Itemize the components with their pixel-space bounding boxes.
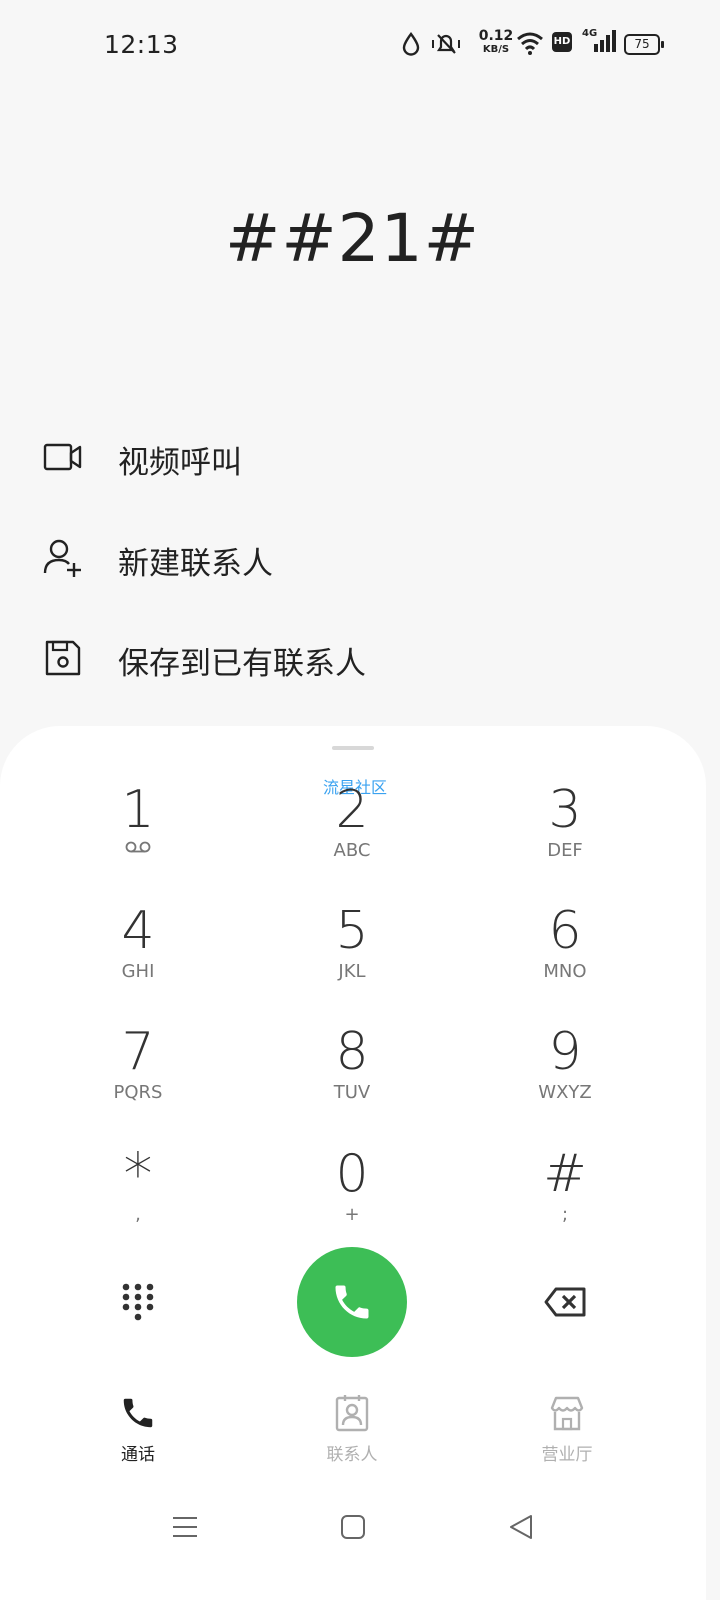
key-2[interactable]: 2 ABC	[272, 782, 432, 882]
key-digit: 3	[548, 780, 582, 840]
key-0[interactable]: 0 +	[272, 1146, 432, 1246]
key-digit: 2	[335, 780, 369, 840]
key-letters: PQRS	[113, 1082, 163, 1103]
key-digit: #	[543, 1144, 587, 1204]
key-letters: TUV	[333, 1082, 371, 1103]
add-contact-icon	[43, 539, 81, 577]
key-digit: *	[123, 1140, 153, 1208]
dialer-panel: 流星社区 1 2 ABC 3 DEF 4 GHI 5 JKL 6 MNO 7 P…	[0, 726, 706, 1600]
key-digit: 0	[335, 1144, 369, 1204]
key-5[interactable]: 5 JKL	[272, 903, 432, 1003]
network-speed: 0.12 KB/S	[474, 28, 518, 56]
key-digit: 8	[335, 1022, 369, 1082]
drop-icon	[402, 32, 420, 56]
key-3[interactable]: 3 DEF	[485, 782, 645, 882]
key-letters: ;	[561, 1204, 569, 1225]
voicemail-icon	[125, 841, 151, 853]
key-1[interactable]: 1	[58, 782, 218, 882]
new-contact-button[interactable]: 新建联系人	[0, 511, 720, 603]
video-call-label: 视频呼叫	[118, 445, 242, 481]
back-icon[interactable]	[508, 1514, 534, 1540]
key-letters: MNO	[543, 961, 587, 982]
key-letters: GHI	[121, 961, 155, 982]
tab-contacts[interactable]: 联系人	[292, 1394, 412, 1465]
status-time: 12:13	[104, 30, 179, 59]
key-hash[interactable]: # ;	[485, 1146, 645, 1246]
bottom-tab-bar: 通话 联系人 营业厅	[0, 1394, 706, 1484]
battery-indicator: 75	[624, 34, 664, 55]
vibrate-icon	[432, 34, 460, 54]
key-digit: 5	[335, 901, 369, 961]
key-letters: ,	[135, 1204, 141, 1225]
key-letters: +	[344, 1204, 360, 1225]
dialed-number[interactable]: ##21#	[0, 200, 705, 277]
video-call-button[interactable]: 视频呼叫	[0, 410, 720, 502]
tab-calls-label: 通话	[121, 1445, 155, 1465]
tab-calls[interactable]: 通话	[78, 1394, 198, 1465]
save-to-existing-contact-button[interactable]: 保存到已有联系人	[0, 611, 720, 703]
key-letters: ABC	[333, 840, 371, 861]
key-letters: DEF	[547, 840, 583, 861]
new-contact-label: 新建联系人	[118, 546, 273, 582]
key-star[interactable]: * ,	[58, 1140, 218, 1246]
video-call-icon	[43, 443, 82, 471]
hd-badge: HD	[552, 32, 572, 52]
key-9[interactable]: 9 WXYZ	[485, 1024, 645, 1124]
status-bar: 12:13 0.12 KB/S HD 4G 75	[0, 0, 720, 90]
key-7[interactable]: 7 PQRS	[58, 1024, 218, 1124]
backspace-icon[interactable]	[544, 1286, 588, 1318]
key-4[interactable]: 4 GHI	[58, 903, 218, 1003]
contacts-icon	[335, 1395, 369, 1432]
network-speed-unit: KB/S	[482, 44, 510, 55]
phone-icon	[335, 1285, 369, 1319]
signal-label: 4G	[582, 28, 598, 39]
key-digit: 6	[548, 901, 582, 961]
wifi-icon	[517, 32, 543, 55]
save-icon	[45, 640, 81, 676]
tab-store[interactable]: 营业厅	[507, 1394, 627, 1465]
tab-store-label: 营业厅	[541, 1445, 593, 1465]
phone-icon	[123, 1398, 153, 1428]
key-digit: 9	[548, 1022, 582, 1082]
system-navigation-bar	[0, 1514, 706, 1574]
menu-icon[interactable]	[172, 1514, 198, 1540]
key-digit: 7	[121, 1022, 155, 1082]
key-letters: WXYZ	[538, 1082, 592, 1103]
store-icon	[550, 1396, 584, 1431]
key-digit: 1	[121, 780, 155, 840]
drag-handle[interactable]	[332, 746, 374, 750]
key-6[interactable]: 6 MNO	[485, 903, 645, 1003]
signal-icon: 4G	[582, 28, 616, 54]
tab-contacts-label: 联系人	[326, 1445, 378, 1465]
key-letters: JKL	[338, 961, 366, 982]
key-8[interactable]: 8 TUV	[272, 1024, 432, 1124]
call-button[interactable]	[297, 1247, 407, 1357]
dialpad-toggle-icon[interactable]	[120, 1282, 156, 1322]
home-icon[interactable]	[340, 1514, 366, 1540]
save-to-existing-contact-label: 保存到已有联系人	[118, 646, 366, 682]
network-speed-value: 0.12	[478, 28, 514, 44]
key-digit: 4	[121, 901, 155, 961]
